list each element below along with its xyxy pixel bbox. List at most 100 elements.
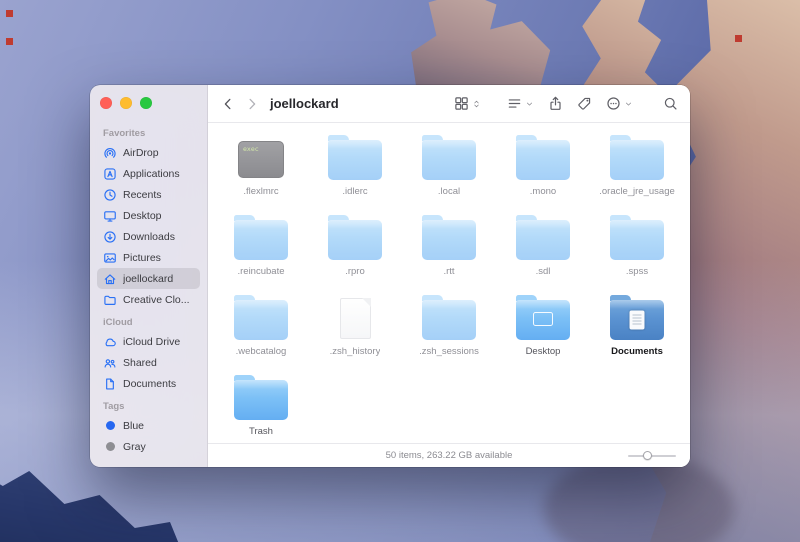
- file-item-idlerc[interactable]: .idlerc: [308, 133, 402, 201]
- sidebar-item-gray[interactable]: Gray: [97, 436, 200, 457]
- folder-icon: [234, 214, 288, 260]
- desktop: Favorites AirDrop Applications Recents Deskt…: [0, 0, 800, 542]
- view-sort-chevrons-icon[interactable]: [472, 98, 481, 110]
- file-icon-wrap: [422, 213, 476, 261]
- file-item-sdl[interactable]: .sdl: [496, 213, 590, 281]
- sidebar-item-recents[interactable]: Recents: [97, 184, 200, 205]
- back-button[interactable]: [220, 96, 236, 112]
- sidebar-item-blue[interactable]: Blue: [97, 415, 200, 436]
- folder-icon: [328, 214, 382, 260]
- tag-dot-icon: [103, 419, 117, 433]
- sidebar-item-downloads[interactable]: Downloads: [97, 226, 200, 247]
- desktop-badge-icon: [533, 311, 553, 326]
- file-icon-wrap: [516, 133, 570, 181]
- sidebar-item-desktop[interactable]: Desktop: [97, 205, 200, 226]
- icon-size-slider[interactable]: [628, 450, 676, 462]
- sidebar-item-icloud-drive[interactable]: iCloud Drive: [97, 331, 200, 352]
- file-item-mono[interactable]: .mono: [496, 133, 590, 201]
- sidebar-item-label: Pictures: [123, 251, 161, 264]
- file-grid: exec .flexlmrc .idlerc .local .mono .oracle_j…: [208, 123, 690, 443]
- group-by-icon[interactable]: [507, 96, 522, 111]
- file-item-reincubate[interactable]: .reincubate: [214, 213, 308, 281]
- sidebar-section-favorites: Favorites: [103, 128, 146, 139]
- file-icon-wrap: [610, 293, 664, 341]
- window-controls: [100, 97, 197, 109]
- sidebar-item-label: Documents: [123, 377, 177, 390]
- sidebar-item-airdrop[interactable]: AirDrop: [97, 142, 200, 163]
- folder-icon: [422, 134, 476, 180]
- exec-icon-text: exec: [243, 144, 259, 153]
- file-item-webcatalog[interactable]: .webcatalog: [214, 293, 308, 361]
- window-title: joellockard: [270, 96, 339, 111]
- pictures-icon: [103, 251, 117, 265]
- document-icon: [103, 377, 117, 391]
- file-icon-wrap: [422, 133, 476, 181]
- share-icon[interactable]: [548, 96, 563, 111]
- folder-icon: [516, 294, 570, 340]
- zoom-button[interactable]: [140, 97, 152, 109]
- file-item-desktop[interactable]: Desktop: [496, 293, 590, 361]
- file-label: .oracle_jre_usage: [599, 186, 675, 197]
- file-label: .local: [437, 186, 461, 197]
- close-button[interactable]: [100, 97, 112, 109]
- file-label: .reincubate: [237, 266, 285, 277]
- file-icon-wrap: [516, 293, 570, 341]
- file-icon-wrap: [328, 133, 382, 181]
- file-label: .sdl: [535, 266, 551, 277]
- file-icon-wrap: [610, 133, 664, 181]
- file-item-rpro[interactable]: .rpro: [308, 213, 402, 281]
- file-item-documents[interactable]: Documents: [590, 293, 684, 361]
- more-chevron-down-icon[interactable]: [624, 98, 633, 110]
- file-label: Trash: [249, 426, 273, 437]
- sidebar-section-tags: Tags: [103, 401, 125, 412]
- file-icon-wrap: [234, 213, 288, 261]
- sidebar-item-creative-clo[interactable]: Creative Clo...: [97, 289, 200, 310]
- file-item-zsh-history[interactable]: .zsh_history: [308, 293, 402, 361]
- sidebar-item-label: Downloads: [123, 230, 175, 243]
- status-text: 50 items, 263.22 GB available: [385, 450, 513, 461]
- forward-button[interactable]: [244, 96, 260, 112]
- main-panel: joellockard exec .flexlmrc .idlerc .loca…: [208, 85, 690, 467]
- sidebar-item-label: Creative Clo...: [123, 293, 190, 306]
- cloud-icon: [103, 335, 117, 349]
- file-item-oracle-jre-usage[interactable]: .oracle_jre_usage: [590, 133, 684, 201]
- grid-view-icon[interactable]: [454, 96, 469, 111]
- sidebar: Favorites AirDrop Applications Recents Deskt…: [90, 85, 208, 467]
- sidebar-sections: Favorites AirDrop Applications Recents Deskt…: [97, 121, 200, 457]
- file-item-spss[interactable]: .spss: [590, 213, 684, 281]
- file-label: .rpro: [345, 266, 365, 277]
- file-icon-wrap: [328, 213, 382, 261]
- finder-window: Favorites AirDrop Applications Recents Deskt…: [90, 85, 690, 467]
- slider-knob[interactable]: [643, 451, 653, 460]
- group-chevron-down-icon[interactable]: [525, 98, 534, 110]
- sidebar-item-joellockard[interactable]: joellockard: [97, 268, 200, 289]
- file-item-local[interactable]: .local: [402, 133, 496, 201]
- file-item-zsh-sessions[interactable]: .zsh_sessions: [402, 293, 496, 361]
- file-label: .spss: [625, 266, 649, 277]
- file-item-flexlmrc[interactable]: exec .flexlmrc: [214, 133, 308, 201]
- file-label: .idlerc: [342, 186, 368, 197]
- more-actions-icon[interactable]: [606, 96, 621, 111]
- exec-file-icon: exec: [238, 140, 284, 178]
- file-icon-wrap: [234, 373, 288, 421]
- search-icon[interactable]: [663, 96, 678, 111]
- sidebar-item-documents[interactable]: Documents: [97, 373, 200, 394]
- home-icon: [103, 272, 117, 286]
- file-item-rtt[interactable]: .rtt: [402, 213, 496, 281]
- tag-icon[interactable]: [577, 96, 592, 111]
- status-bar: 50 items, 263.22 GB available: [208, 443, 690, 467]
- file-item-trash[interactable]: Trash: [214, 373, 308, 441]
- file-label: .flexlmrc: [243, 186, 279, 197]
- file-label: .zsh_history: [329, 346, 381, 357]
- sidebar-item-applications[interactable]: Applications: [97, 163, 200, 184]
- document-file-icon: [339, 297, 371, 339]
- folder-icon: [422, 294, 476, 340]
- file-label: .rtt: [443, 266, 455, 277]
- file-icon-wrap: [234, 293, 288, 341]
- sidebar-item-shared[interactable]: Shared: [97, 352, 200, 373]
- file-label: .webcatalog: [235, 346, 287, 357]
- file-icon-wrap: exec: [238, 133, 284, 181]
- minimize-button[interactable]: [120, 97, 132, 109]
- file-label: .mono: [529, 186, 557, 197]
- sidebar-item-pictures[interactable]: Pictures: [97, 247, 200, 268]
